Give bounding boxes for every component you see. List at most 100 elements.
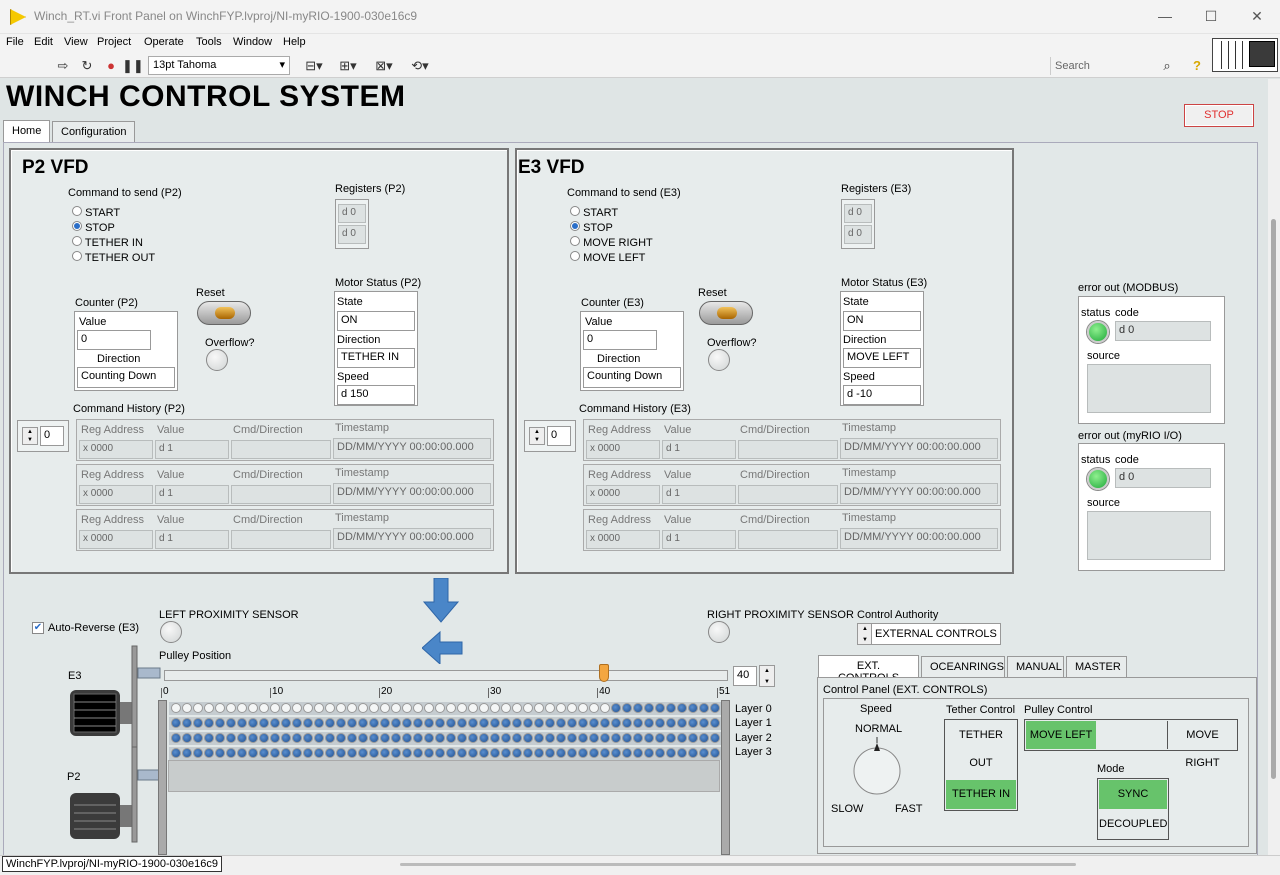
move-right-button[interactable]: MOVE RIGHT xyxy=(1167,721,1237,769)
history-header-value: Value xyxy=(664,514,692,526)
close-button[interactable]: ✕ xyxy=(1234,0,1280,32)
tether-turn-dot xyxy=(622,733,632,743)
history-cell-cmd xyxy=(231,440,331,459)
decoupled-button[interactable]: DECOUPLED xyxy=(1099,810,1167,838)
tether-out-button[interactable]: TETHER OUT xyxy=(946,721,1016,769)
menu-file[interactable]: File xyxy=(6,36,24,48)
tether-turn-dot xyxy=(259,718,269,728)
horizontal-scrollbar[interactable] xyxy=(400,863,1076,866)
right-sensor-label: RIGHT PROXIMITY SENSOR xyxy=(707,609,854,621)
history-header-reg: Reg Address xyxy=(81,469,144,481)
tether-turn-dot xyxy=(303,733,313,743)
menu-tools[interactable]: Tools xyxy=(196,36,222,48)
speed-knob[interactable] xyxy=(848,737,908,797)
radio-move-left[interactable] xyxy=(570,251,580,261)
control-authority-value[interactable]: EXTERNAL CONTROLS xyxy=(871,623,1001,645)
tether-layer-row xyxy=(169,747,721,760)
index-spinner[interactable]: ▲ ▼ xyxy=(22,427,38,445)
menu-operate[interactable]: Operate xyxy=(144,36,184,48)
tether-turn-dot xyxy=(270,733,280,743)
pulley-slider-track[interactable] xyxy=(164,670,728,681)
pause-icon[interactable]: ❚❚ xyxy=(122,58,144,74)
tab-home[interactable]: Home xyxy=(3,120,51,142)
vi-icon xyxy=(1249,41,1275,67)
register-value: d 0 xyxy=(844,204,872,223)
p2-command-radio-group[interactable]: START STOP TETHER IN TETHER OUT xyxy=(72,206,155,266)
radio-tether-in[interactable] xyxy=(72,236,82,246)
tab-oceanrings[interactable]: OCEANRINGS xyxy=(921,656,1005,678)
history-header-reg: Reg Address xyxy=(588,424,651,436)
help-icon[interactable]: ? xyxy=(1188,58,1206,74)
sync-button[interactable]: SYNC xyxy=(1099,780,1167,809)
menu-view[interactable]: View xyxy=(64,36,88,48)
pulley-position-value[interactable]: 40 xyxy=(733,666,757,686)
tether-turn-dot xyxy=(490,718,500,728)
minimize-button[interactable]: — xyxy=(1142,0,1188,32)
tether-turn-dot xyxy=(369,733,379,743)
e3-history-index-value[interactable]: 0 xyxy=(547,426,571,446)
tab-manual[interactable]: MANUAL xyxy=(1007,656,1064,678)
resize-icon[interactable]: ⊠▾ xyxy=(372,58,396,74)
radio-start[interactable] xyxy=(72,206,82,216)
radio-stop[interactable] xyxy=(570,221,580,231)
scrollbar-thumb[interactable] xyxy=(1271,219,1276,779)
error-myrio-label: error out (myRIO I/O) xyxy=(1078,430,1182,442)
tether-turn-dot xyxy=(479,718,489,728)
menu-help[interactable]: Help xyxy=(283,36,306,48)
tether-turn-dot xyxy=(644,733,654,743)
radio-tether-out[interactable] xyxy=(72,251,82,261)
pulley-spinner[interactable]: ▲ ▼ xyxy=(759,665,775,687)
e3-command-radio-group[interactable]: START STOP MOVE RIGHT MOVE LEFT xyxy=(570,206,653,266)
tab-master[interactable]: MASTER xyxy=(1066,656,1127,678)
reorder-icon[interactable]: ⟲▾ xyxy=(408,58,432,74)
history-cell-value: d 1 xyxy=(155,530,229,549)
tether-turn-dot xyxy=(424,718,434,728)
p2-counter-direction: Counting Down xyxy=(77,367,175,388)
p2-history-index-value[interactable]: 0 xyxy=(40,426,64,446)
vertical-scrollbar[interactable] xyxy=(1268,79,1280,855)
tether-turn-dot xyxy=(622,718,632,728)
layer-1-label: Layer 1 xyxy=(735,717,772,729)
auto-reverse-checkbox[interactable]: ✔ xyxy=(32,622,44,634)
menu-project[interactable]: Project xyxy=(97,36,131,48)
tether-turn-dot xyxy=(336,718,346,728)
menu-window[interactable]: Window xyxy=(233,36,272,48)
maximize-button[interactable]: ☐ xyxy=(1188,0,1234,32)
error-myrio-cluster: status code d 0 source xyxy=(1078,443,1225,571)
radio-start[interactable] xyxy=(570,206,580,216)
drum-right-flange xyxy=(721,700,730,855)
tether-turn-dot xyxy=(303,718,313,728)
stop-button[interactable]: STOP xyxy=(1184,104,1254,127)
tether-turn-dot xyxy=(523,733,533,743)
font-selector[interactable]: 13pt Tahoma ▾ xyxy=(148,56,290,75)
tether-turn-dot xyxy=(567,718,577,728)
p2-history-index: ▲ ▼ 0 xyxy=(17,420,69,452)
e3-reset-button[interactable] xyxy=(699,301,753,325)
move-left-button[interactable]: MOVE LEFT xyxy=(1026,721,1096,749)
tab-configuration[interactable]: Configuration xyxy=(52,121,136,143)
search-icon[interactable]: ⌕ xyxy=(1158,58,1176,74)
p2-reset-button[interactable] xyxy=(197,301,251,325)
run-icon[interactable]: ⇨ xyxy=(54,58,72,74)
abort-icon[interactable]: ● xyxy=(102,58,120,74)
radio-move-right[interactable] xyxy=(570,236,580,246)
tether-turn-dot xyxy=(578,718,588,728)
distribute-icon[interactable]: ⊞▾ xyxy=(336,58,360,74)
pulley-slider-thumb[interactable] xyxy=(598,664,609,682)
history-cell-ts: DD/MM/YYYY 00:00:00.000 xyxy=(840,528,998,549)
menu-edit[interactable]: Edit xyxy=(34,36,53,48)
run-continuously-icon[interactable]: ↻ xyxy=(78,58,96,74)
tether-turn-dot xyxy=(501,718,511,728)
radio-stop[interactable] xyxy=(72,221,82,231)
e3-counter-label: Counter (E3) xyxy=(581,297,644,309)
align-icon[interactable]: ⊟▾ xyxy=(302,58,326,74)
p2-motor-label: Motor Status (P2) xyxy=(335,277,422,289)
tether-in-button[interactable]: TETHER IN xyxy=(946,780,1016,809)
tether-turn-dot xyxy=(578,703,588,713)
tether-turn-dot xyxy=(523,748,533,758)
connector-pane-icon[interactable] xyxy=(1212,38,1278,72)
tab-ext-controls[interactable]: EXT. CONTROLS xyxy=(818,655,919,684)
speed-knob-value: NORMAL xyxy=(855,723,903,735)
index-spinner[interactable]: ▲ ▼ xyxy=(529,427,545,445)
speed-knob-label: Speed xyxy=(860,703,892,715)
